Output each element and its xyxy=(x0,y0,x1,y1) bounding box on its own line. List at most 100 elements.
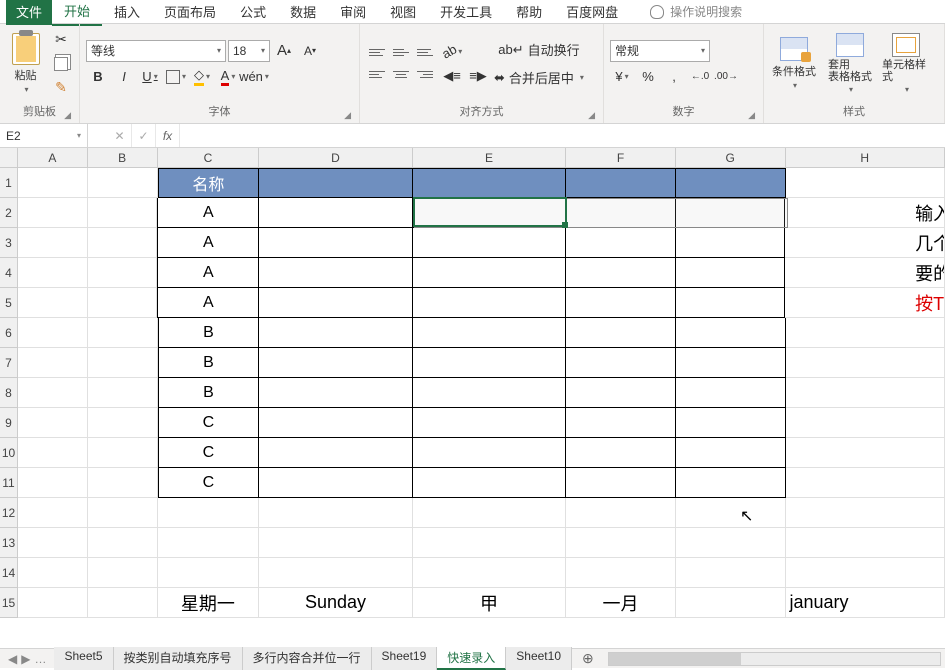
cell-B12[interactable] xyxy=(88,498,158,528)
cell-E1[interactable] xyxy=(413,168,567,198)
formula-input[interactable] xyxy=(180,124,945,147)
cell-D3[interactable] xyxy=(259,228,412,258)
comma-button[interactable]: , xyxy=(662,66,686,88)
cell-F10[interactable] xyxy=(566,438,676,468)
cells-container[interactable]: 名称A输入A几个A要的A按TBBBCCC星期一Sunday甲一月january xyxy=(18,168,945,648)
cell-H7[interactable] xyxy=(786,348,945,378)
cell-D2[interactable] xyxy=(259,198,412,228)
font-size-select[interactable]: 18 xyxy=(228,40,270,62)
copy-button[interactable] xyxy=(49,53,73,75)
cell-A4[interactable] xyxy=(18,258,88,288)
cell-C5[interactable]: A xyxy=(157,288,259,318)
cell-G14[interactable] xyxy=(676,558,786,588)
cell-B2[interactable] xyxy=(88,198,158,228)
underline-button[interactable]: U xyxy=(138,66,162,88)
column-header-G[interactable]: G xyxy=(676,148,786,167)
align-top-button[interactable] xyxy=(366,43,388,63)
sheet-tab-快速录入[interactable]: 快速录入 xyxy=(437,647,506,670)
cell-E10[interactable] xyxy=(413,438,567,468)
orientation-button[interactable]: ab xyxy=(440,41,464,63)
cell-H5[interactable]: 按T xyxy=(785,288,945,318)
dec-decimal-button[interactable]: .00→ xyxy=(714,66,738,88)
sheet-tab-多行内容合并位一行[interactable]: 多行内容合并位一行 xyxy=(243,647,372,670)
cell-C1[interactable]: 名称 xyxy=(158,168,260,198)
cell-E11[interactable] xyxy=(413,468,567,498)
cell-C8[interactable]: B xyxy=(158,378,260,408)
cell-F1[interactable] xyxy=(566,168,676,198)
cell-E12[interactable] xyxy=(413,498,567,528)
cell-B9[interactable] xyxy=(88,408,158,438)
cell-G12[interactable] xyxy=(676,498,786,528)
cell-D12[interactable] xyxy=(259,498,413,528)
cell-A2[interactable] xyxy=(18,198,88,228)
font-color-button[interactable]: A xyxy=(216,66,240,88)
sheet-first-button[interactable]: ◀ xyxy=(8,652,17,666)
cell-E13[interactable] xyxy=(413,528,567,558)
cell-H10[interactable] xyxy=(786,438,945,468)
cell-A1[interactable] xyxy=(18,168,88,198)
column-header-D[interactable]: D xyxy=(259,148,413,167)
cell-G6[interactable] xyxy=(676,318,786,348)
column-header-H[interactable]: H xyxy=(786,148,945,167)
cell-C4[interactable]: A xyxy=(157,258,259,288)
indent-inc-button[interactable]: ≡▶ xyxy=(466,65,490,87)
cell-B4[interactable] xyxy=(88,258,158,288)
cell-B6[interactable] xyxy=(88,318,158,348)
align-bottom-button[interactable] xyxy=(414,43,436,63)
cell-C15[interactable]: 星期一 xyxy=(158,588,260,618)
cut-button[interactable]: ✂ xyxy=(49,29,73,51)
cell-A7[interactable] xyxy=(18,348,88,378)
sheet-prev-button[interactable]: ▶ xyxy=(21,652,30,666)
italic-button[interactable]: I xyxy=(112,66,136,88)
cell-E8[interactable] xyxy=(413,378,567,408)
row-header-5[interactable]: 5 xyxy=(0,288,17,318)
cell-H13[interactable] xyxy=(786,528,945,558)
align-left-button[interactable] xyxy=(366,65,388,85)
cell-G4[interactable] xyxy=(676,258,786,288)
cell-G10[interactable] xyxy=(676,438,786,468)
column-header-F[interactable]: F xyxy=(566,148,676,167)
cell-G5[interactable] xyxy=(676,288,786,318)
cell-C10[interactable]: C xyxy=(158,438,260,468)
grow-font-button[interactable]: A▴ xyxy=(272,40,296,62)
merge-center-button[interactable]: ⬌合并后居中 xyxy=(494,67,584,89)
cell-B15[interactable] xyxy=(88,588,158,618)
cell-G15[interactable] xyxy=(676,588,786,618)
row-header-3[interactable]: 3 xyxy=(0,228,17,258)
font-launcher[interactable]: ◢ xyxy=(344,110,351,121)
sheet-tab-Sheet19[interactable]: Sheet19 xyxy=(372,647,438,670)
cancel-formula-button[interactable]: ✕ xyxy=(108,124,132,147)
format-painter-button[interactable]: ✎ xyxy=(49,77,73,99)
row-header-9[interactable]: 9 xyxy=(0,408,17,438)
cell-B14[interactable] xyxy=(88,558,158,588)
tab-view[interactable]: 视图 xyxy=(378,0,428,25)
column-header-E[interactable]: E xyxy=(413,148,567,167)
cell-G7[interactable] xyxy=(676,348,786,378)
number-launcher[interactable]: ◢ xyxy=(748,110,755,121)
tab-formulas[interactable]: 公式 xyxy=(228,0,278,25)
cell-H4[interactable]: 要的 xyxy=(785,258,945,288)
cell-D15[interactable]: Sunday xyxy=(259,588,413,618)
cell-B11[interactable] xyxy=(88,468,158,498)
tab-file[interactable]: 文件 xyxy=(6,0,52,25)
row-header-10[interactable]: 10 xyxy=(0,438,17,468)
cell-D8[interactable] xyxy=(259,378,413,408)
cell-C9[interactable]: C xyxy=(158,408,260,438)
cell-H1[interactable] xyxy=(786,168,945,198)
cell-E7[interactable] xyxy=(413,348,567,378)
row-header-14[interactable]: 14 xyxy=(0,558,17,588)
cell-E2[interactable] xyxy=(413,198,566,228)
insert-function-button[interactable]: fx xyxy=(156,124,180,147)
row-header-8[interactable]: 8 xyxy=(0,378,17,408)
row-header-15[interactable]: 15 xyxy=(0,588,17,618)
cell-A8[interactable] xyxy=(18,378,88,408)
fill-color-button[interactable]: ◇ xyxy=(190,66,214,88)
cell-D13[interactable] xyxy=(259,528,413,558)
row-header-6[interactable]: 6 xyxy=(0,318,17,348)
cell-C14[interactable] xyxy=(158,558,260,588)
font-name-select[interactable]: 等线 xyxy=(86,40,226,62)
cell-D6[interactable] xyxy=(259,318,413,348)
tab-insert[interactable]: 插入 xyxy=(102,0,152,25)
tab-data[interactable]: 数据 xyxy=(278,0,328,25)
cell-A12[interactable] xyxy=(18,498,88,528)
